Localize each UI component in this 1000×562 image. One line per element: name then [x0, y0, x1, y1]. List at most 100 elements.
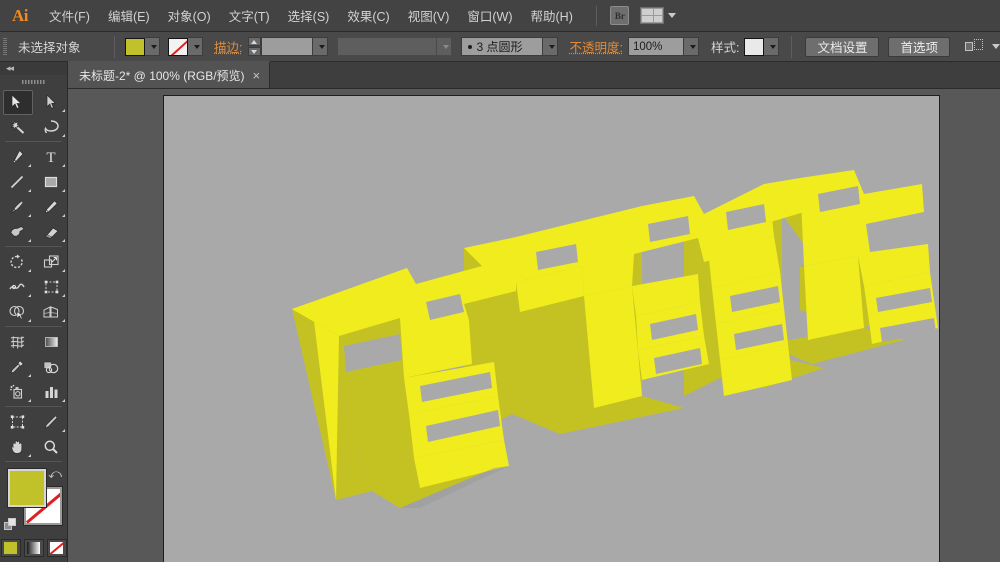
stepper-down-icon[interactable]: [247, 47, 261, 56]
tool-flyout-indicator-icon: [28, 294, 31, 297]
stroke-color-control[interactable]: [168, 37, 204, 56]
menu-edit[interactable]: 编辑(E): [99, 0, 159, 32]
toolbox-collapse-button[interactable]: ◂◂: [0, 62, 67, 75]
graphic-style-dropdown-button[interactable]: [764, 37, 780, 56]
graphic-style-control[interactable]: [744, 37, 780, 56]
tool-selection[interactable]: [0, 89, 34, 115]
3d-extruded-chinese-text[interactable]: [164, 96, 939, 562]
gradient-square-icon: [27, 542, 40, 554]
tool-mesh[interactable]: [0, 329, 34, 354]
tool-flyout-indicator-icon: [62, 189, 65, 192]
brush-dot-icon: [467, 44, 472, 49]
tool-paintbrush[interactable]: [0, 194, 34, 219]
chevron-down-icon: [442, 44, 449, 49]
stepper-up-icon[interactable]: [247, 37, 261, 46]
artboard[interactable]: [163, 95, 940, 562]
tool-flyout-indicator-icon: [28, 454, 31, 457]
tool-eraser[interactable]: [34, 219, 68, 244]
tool-artboard[interactable]: [0, 409, 34, 434]
tool-width[interactable]: [0, 274, 34, 299]
tool-flyout-indicator-icon: [62, 239, 65, 242]
preferences-button[interactable]: 首选项: [888, 36, 950, 57]
tool-type[interactable]: T: [34, 144, 68, 169]
toolbox-group-selection: [0, 89, 67, 139]
document-setup-button[interactable]: 文档设置: [805, 36, 880, 57]
canvas-area[interactable]: [68, 89, 1000, 562]
tool-lasso[interactable]: [34, 114, 68, 139]
tool-flyout-indicator-icon: [28, 189, 31, 192]
toolbox-grip[interactable]: [0, 75, 67, 89]
stroke-weight-control[interactable]: [247, 37, 328, 56]
tool-hand[interactable]: [0, 434, 34, 459]
menu-bar: Ai 文件(F) 编辑(E) 对象(O) 文字(T) 选择(S) 效果(C) 视…: [0, 0, 1000, 32]
mode-gradient-button[interactable]: [23, 539, 44, 557]
tool-line-segment[interactable]: [0, 169, 34, 194]
tool-rotate[interactable]: [0, 249, 34, 274]
fill-dropdown-button[interactable]: [145, 37, 161, 56]
mode-none-button[interactable]: [46, 539, 67, 557]
menu-type[interactable]: 文字(T): [220, 0, 279, 32]
control-bar-grip[interactable]: [0, 32, 10, 62]
stroke-weight-stepper[interactable]: [247, 37, 261, 56]
opacity-control[interactable]: 100%: [627, 37, 699, 56]
stroke-swatch[interactable]: [168, 37, 189, 56]
fill-swatch[interactable]: [125, 37, 146, 56]
bridge-button[interactable]: Br: [607, 5, 633, 27]
toolbox-group-view: [0, 409, 67, 459]
tool-perspective-grid[interactable]: [34, 299, 68, 324]
tool-magic-wand[interactable]: [0, 114, 34, 139]
opacity-input[interactable]: 100%: [627, 37, 684, 56]
workspace-switcher[interactable]: [635, 5, 681, 27]
menu-effect[interactable]: 效果(C): [338, 0, 398, 32]
chevron-down-icon: [992, 44, 1000, 49]
tool-shape-builder[interactable]: [0, 299, 34, 324]
tool-eyedropper[interactable]: [0, 354, 34, 379]
tool-column-graph[interactable]: [34, 379, 68, 404]
align-control[interactable]: [965, 38, 1000, 55]
tool-zoom[interactable]: [34, 434, 68, 459]
default-fill-stroke-icon[interactable]: [4, 518, 17, 531]
fill-control[interactable]: [125, 37, 161, 56]
graphic-style-swatch[interactable]: [744, 37, 765, 56]
tool-flyout-indicator-icon: [62, 164, 65, 167]
tool-symbol-sprayer[interactable]: [0, 379, 34, 404]
opacity-label[interactable]: 不透明度:: [570, 37, 623, 56]
stroke-profile-input: [336, 37, 437, 56]
tool-free-transform[interactable]: [34, 274, 68, 299]
document-tab[interactable]: 未标题-2* @ 100% (RGB/预览) ×: [68, 61, 271, 88]
tool-pen[interactable]: [0, 144, 34, 169]
tool-gradient[interactable]: [34, 329, 68, 354]
brush-definition-value[interactable]: 3 点圆形: [460, 37, 543, 56]
toolbox-divider-4: [5, 406, 62, 407]
tool-pencil[interactable]: [34, 194, 68, 219]
menu-object[interactable]: 对象(O): [159, 0, 220, 32]
stroke-profile-dropdown-button: [436, 37, 452, 56]
tool-rectangle[interactable]: [34, 169, 68, 194]
brush-definition-dropdown-button[interactable]: [542, 37, 558, 56]
fill-color-swatch[interactable]: [7, 468, 47, 508]
toolbox-panel: ◂◂ T ⤺: [0, 62, 68, 562]
tool-blob-brush[interactable]: [0, 219, 34, 244]
tool-blend[interactable]: [34, 354, 68, 379]
brush-definition-control[interactable]: 3 点圆形: [460, 37, 558, 56]
menu-view[interactable]: 视图(V): [399, 0, 459, 32]
stroke-weight-label[interactable]: 描边:: [214, 37, 242, 56]
document-tab-bar: 未标题-2* @ 100% (RGB/预览) ×: [68, 61, 1000, 89]
swap-fill-stroke-icon[interactable]: ⤺: [48, 467, 62, 480]
menu-select[interactable]: 选择(S): [279, 0, 339, 32]
close-icon[interactable]: ×: [253, 69, 261, 82]
menu-file[interactable]: 文件(F): [40, 0, 99, 32]
svg-text:T: T: [46, 150, 55, 165]
menu-help[interactable]: 帮助(H): [522, 0, 582, 32]
menu-window[interactable]: 窗口(W): [458, 0, 521, 32]
tool-direct-selection[interactable]: [34, 89, 68, 114]
control-bar: 未选择对象 描边: 3 点圆形 不透明度: 100% 样式: 文档设置 首选项: [0, 32, 1000, 62]
tool-flyout-indicator-icon: [62, 399, 65, 402]
tool-slice[interactable]: [34, 409, 68, 434]
stroke-weight-input[interactable]: [260, 37, 313, 56]
opacity-dropdown-button[interactable]: [683, 37, 699, 56]
stroke-weight-dropdown-button[interactable]: [312, 37, 328, 56]
stroke-dropdown-button[interactable]: [188, 37, 204, 56]
tool-scale[interactable]: [34, 249, 68, 274]
mode-color-button[interactable]: [0, 539, 21, 557]
